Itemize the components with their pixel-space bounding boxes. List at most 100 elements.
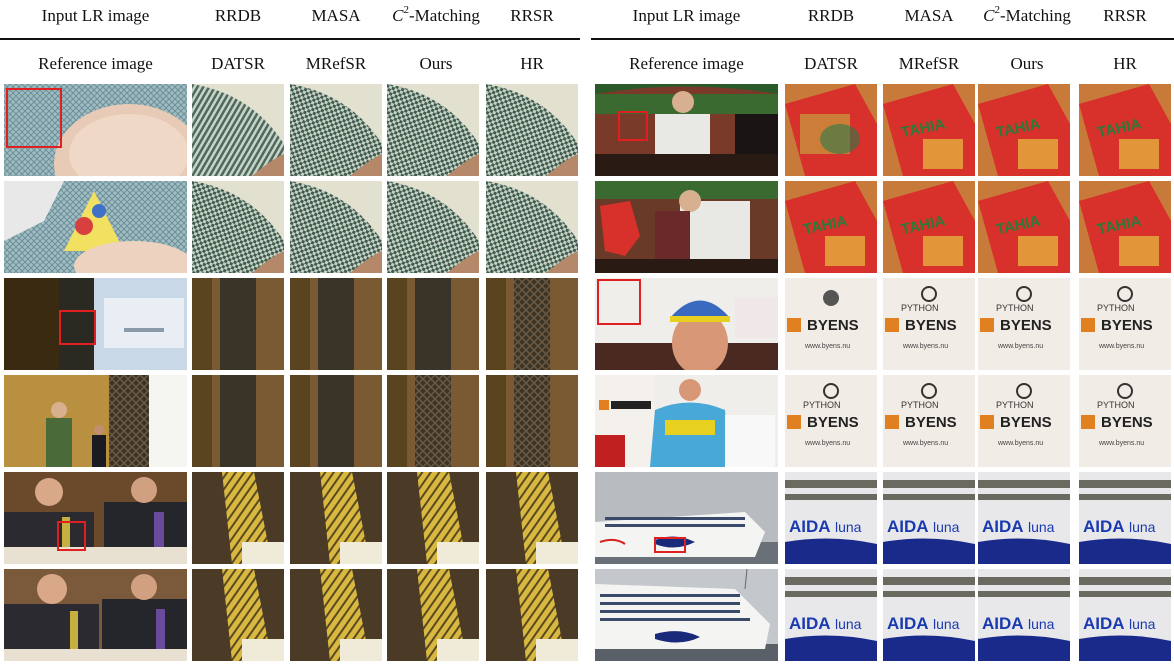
col-header-mrefsr: MRefSR xyxy=(898,54,960,73)
crop-ours-stocking: TAHIA xyxy=(978,181,1070,273)
ship-luna-text: luna xyxy=(1028,616,1055,632)
crop-masa-suits xyxy=(290,472,382,564)
logo-url-text: www.byens.nu xyxy=(902,440,948,447)
logo-url-text: www.byens.nu xyxy=(997,343,1043,350)
logo-byens-text: BYENS xyxy=(1000,317,1052,334)
col-header-datsr: DATSR xyxy=(211,54,265,73)
logo-url-text: www.byens.nu xyxy=(997,440,1043,447)
crop-datsr-cyclist: PYTHON BYENS www.byens.nu xyxy=(785,375,877,467)
reference-image-stocking xyxy=(595,181,778,273)
crop-ours-lecture xyxy=(387,375,479,467)
logo-python-text: PYTHON xyxy=(901,400,939,410)
crop-rrdb-baby xyxy=(192,84,284,176)
crop-hr-cyclist: PYTHON BYENS www.byens.nu xyxy=(1079,375,1171,467)
lr-input-stocking xyxy=(595,84,778,176)
crop-hr-lecture xyxy=(486,375,578,467)
reference-image-cyclist xyxy=(595,375,778,467)
logo-python-text: PYTHON xyxy=(996,400,1034,410)
crop-rrsr-lecture xyxy=(486,278,578,370)
crop-masa-ship: AIDA luna xyxy=(883,472,975,564)
crop-hr-stocking: TAHIA xyxy=(1079,181,1171,273)
logo-url-text: www.byens.nu xyxy=(1098,343,1144,350)
logo-url-text: www.byens.nu xyxy=(902,343,948,350)
reference-image-suits xyxy=(4,569,187,661)
crop-c2matching-cyclist: PYTHON BYENS www.byens.nu xyxy=(978,278,1070,370)
crop-ours-cyclist: PYTHON BYENS www.byens.nu xyxy=(978,375,1070,467)
crop-hr-suits xyxy=(486,569,578,661)
crop-datsr-lecture xyxy=(192,375,284,467)
logo-python-text: PYTHON xyxy=(901,303,939,313)
col-header-masa: MASA xyxy=(904,6,954,25)
logo-python-text: PYTHON xyxy=(996,303,1034,313)
logo-url-text: www.byens.nu xyxy=(804,440,850,447)
reference-image-ship xyxy=(595,569,778,661)
logo-python-text: PYTHON xyxy=(1097,303,1135,313)
ship-luna-text: luna xyxy=(1028,519,1055,535)
ship-aida-text: AIDA xyxy=(887,614,929,633)
logo-python-text: PYTHON xyxy=(1097,400,1135,410)
ship-luna-text: luna xyxy=(1129,519,1156,535)
col-header-mrefsr: MRefSR xyxy=(305,54,367,73)
col-header-rrsr: RRSR xyxy=(510,6,554,25)
lr-input-baby xyxy=(4,84,187,176)
ship-luna-text: luna xyxy=(933,519,960,535)
crop-rrsr-ship: AIDA luna xyxy=(1079,472,1171,564)
crop-masa-cyclist: PYTHON BYENS www.byens.nu xyxy=(883,278,975,370)
logo-byens-text: BYENS xyxy=(905,414,957,431)
crop-c2matching-baby xyxy=(387,84,479,176)
ship-aida-text: AIDA xyxy=(982,614,1024,633)
logo-byens-text: BYENS xyxy=(807,414,859,431)
crop-mrefsr-ship: AIDA luna xyxy=(883,569,975,661)
col-header-hr: HR xyxy=(1113,54,1137,73)
ship-aida-text: AIDA xyxy=(789,614,831,633)
crop-rrdb-lecture xyxy=(192,278,284,370)
ship-luna-text: luna xyxy=(835,519,862,535)
crop-c2matching-stocking: TAHIA xyxy=(978,84,1070,176)
logo-byens-text: BYENS xyxy=(1101,414,1153,431)
crop-rrsr-stocking: TAHIA xyxy=(1079,84,1171,176)
crop-ours-suits xyxy=(387,569,479,661)
ship-luna-text: luna xyxy=(933,616,960,632)
crop-mrefsr-cyclist: PYTHON BYENS www.byens.nu xyxy=(883,375,975,467)
crop-rrdb-stocking xyxy=(785,84,877,176)
crop-mrefsr-stocking: TAHIA xyxy=(883,181,975,273)
left-comparison-panel: Input LR image RRDB MASA C2-Matching RRS… xyxy=(0,0,580,667)
logo-url-text: www.byens.nu xyxy=(804,343,850,350)
lr-input-ship xyxy=(595,472,778,564)
header-rule xyxy=(591,38,1174,40)
crop-rrsr-suits xyxy=(486,472,578,564)
col-header-ours: Ours xyxy=(1010,54,1044,73)
crop-rrdb-ship: AIDA luna xyxy=(785,472,877,564)
crop-masa-lecture xyxy=(290,278,382,370)
lr-input-suits xyxy=(4,472,187,564)
crop-masa-stocking: TAHIA xyxy=(883,84,975,176)
ship-aida-text: AIDA xyxy=(982,517,1024,536)
col-header-reference: Reference image xyxy=(629,54,744,73)
ship-aida-text: AIDA xyxy=(1083,517,1125,536)
crop-datsr-ship: AIDA luna xyxy=(785,569,877,661)
crop-mrefsr-lecture xyxy=(290,375,382,467)
col-header-hr: HR xyxy=(520,54,544,73)
crop-datsr-stocking: TAHIA xyxy=(785,181,877,273)
col-header-rrdb: RRDB xyxy=(214,6,262,25)
ship-aida-text: AIDA xyxy=(789,517,831,536)
crop-masa-baby xyxy=(290,84,382,176)
col-header-input-lr: Input LR image xyxy=(41,6,150,25)
col-header-c2matching: C2-Matching xyxy=(983,4,1071,25)
crop-datsr-suits xyxy=(192,569,284,661)
logo-url-text: www.byens.nu xyxy=(1098,440,1144,447)
crop-hr-ship: AIDA luna xyxy=(1079,569,1171,661)
crop-rrsr-cyclist: PYTHON BYENS www.byens.nu xyxy=(1079,278,1171,370)
ship-luna-text: luna xyxy=(1129,616,1156,632)
col-header-rrdb: RRDB xyxy=(807,6,855,25)
crop-rrdb-cyclist: BYENS www.byens.nu xyxy=(785,278,877,370)
ship-aida-text: AIDA xyxy=(1083,614,1125,633)
crop-c2matching-lecture xyxy=(387,278,479,370)
crop-rrsr-baby xyxy=(486,84,578,176)
ship-luna-text: luna xyxy=(835,616,862,632)
col-header-rrsr: RRSR xyxy=(1103,6,1147,25)
crop-mrefsr-suits xyxy=(290,569,382,661)
crop-ours-baby xyxy=(387,181,479,273)
crop-ours-ship: AIDA luna xyxy=(978,569,1070,661)
ship-aida-text: AIDA xyxy=(887,517,929,536)
